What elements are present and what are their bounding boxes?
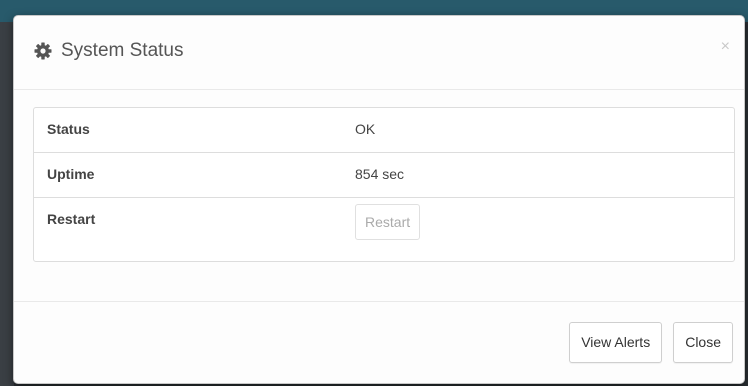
table-row-status: Status OK <box>34 108 734 153</box>
close-button[interactable]: Close <box>673 322 733 363</box>
view-alerts-button[interactable]: View Alerts <box>569 322 663 363</box>
restart-cell: Restart <box>343 197 734 261</box>
system-status-dialog: System Status × Status OK Uptime 854 sec… <box>13 15 745 384</box>
uptime-value: 854 sec <box>343 152 734 198</box>
restart-label: Restart <box>34 197 343 261</box>
dialog-title-text: System Status <box>61 40 184 61</box>
dialog-header: System Status × <box>14 16 744 90</box>
status-value: OK <box>355 121 376 137</box>
page-backdrop-side <box>0 22 14 386</box>
dialog-title: System Status <box>33 40 184 62</box>
dialog-footer: View Alerts Close <box>14 301 744 383</box>
footer-button-group: View Alerts Close <box>569 322 733 363</box>
gear-icon <box>33 41 53 61</box>
uptime-label: Uptime <box>34 152 343 198</box>
dialog-close-icon[interactable]: × <box>721 38 730 56</box>
restart-button[interactable]: Restart <box>355 204 421 240</box>
status-table: Status OK Uptime 854 sec Restart Restart <box>33 107 735 262</box>
table-row-uptime: Uptime 854 sec <box>34 152 734 198</box>
status-label: Status <box>47 121 90 137</box>
table-row-restart: Restart Restart <box>34 197 734 261</box>
